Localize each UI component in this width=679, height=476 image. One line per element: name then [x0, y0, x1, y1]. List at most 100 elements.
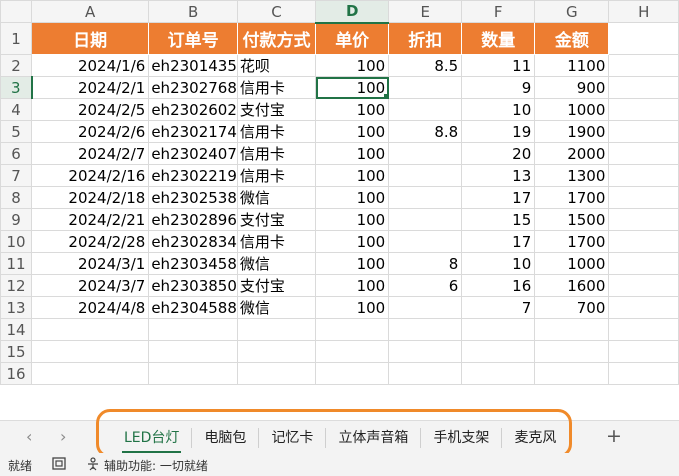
cell-c11[interactable]: 微信 — [236, 252, 317, 275]
select-all-corner[interactable] — [0, 0, 32, 23]
cell-d14[interactable] — [315, 318, 390, 341]
cell-a2[interactable]: 2024/1/6 — [30, 54, 150, 77]
cell-g9[interactable]: 1500 — [534, 208, 610, 231]
cell-f10[interactable]: 17 — [461, 230, 536, 253]
cell-g7[interactable]: 1300 — [534, 164, 610, 187]
row-header-6[interactable]: 6 — [0, 142, 32, 165]
cell-g8[interactable]: 1700 — [534, 186, 610, 209]
cell-b2[interactable]: eh2301435 — [148, 54, 238, 77]
cell-g12[interactable]: 1600 — [534, 274, 610, 297]
cell-c8[interactable]: 微信 — [236, 186, 317, 209]
cell-f6[interactable]: 20 — [461, 142, 536, 165]
cell-d5[interactable]: 100 — [315, 120, 390, 143]
cell-h6[interactable] — [608, 142, 679, 165]
cell-d9[interactable]: 100 — [315, 208, 390, 231]
cell-d13[interactable]: 100 — [315, 296, 390, 319]
column-header-e[interactable]: E — [388, 0, 463, 23]
cell-e2[interactable]: 8.5 — [388, 54, 463, 77]
cell-c6[interactable]: 信用卡 — [236, 142, 317, 165]
cell-a10[interactable]: 2024/2/28 — [30, 230, 150, 253]
accessibility-status[interactable]: 辅助功能: 一切就绪 — [104, 457, 208, 474]
cell-d15[interactable] — [315, 340, 390, 363]
cell-g14[interactable] — [534, 318, 610, 341]
cell-a7[interactable]: 2024/2/16 — [30, 164, 150, 187]
cell-a16[interactable] — [30, 362, 150, 385]
header-cell-a[interactable]: 日期 — [30, 22, 150, 55]
cell-d3[interactable]: 100 — [315, 76, 390, 99]
row-header-1[interactable]: 1 — [0, 22, 32, 55]
row-header-13[interactable]: 13 — [0, 296, 32, 319]
cell-h11[interactable] — [608, 252, 679, 275]
cell-h9[interactable] — [608, 208, 679, 231]
cell-e10[interactable] — [388, 230, 463, 253]
row-header-8[interactable]: 8 — [0, 186, 32, 209]
cell-b13[interactable]: eh2304588 — [148, 296, 238, 319]
cell-f5[interactable]: 19 — [461, 120, 536, 143]
cell-a8[interactable]: 2024/2/18 — [30, 186, 150, 209]
cell-a14[interactable] — [30, 318, 150, 341]
row-header-7[interactable]: 7 — [0, 164, 32, 187]
row-header-14[interactable]: 14 — [0, 318, 32, 341]
cell-a3[interactable]: 2024/2/1 — [30, 76, 150, 99]
cell-g10[interactable]: 1700 — [534, 230, 610, 253]
cell-a15[interactable] — [30, 340, 150, 363]
cell-f11[interactable]: 10 — [461, 252, 536, 275]
cell-e9[interactable] — [388, 208, 463, 231]
cell-g4[interactable]: 1000 — [534, 98, 610, 121]
row-header-15[interactable]: 15 — [0, 340, 32, 363]
cell-h8[interactable] — [608, 186, 679, 209]
cell-b12[interactable]: eh2303850 — [148, 274, 238, 297]
cell-c2[interactable]: 花呗 — [236, 54, 317, 77]
header-cell-f[interactable]: 数量 — [461, 22, 536, 55]
row-header-4[interactable]: 4 — [0, 98, 32, 121]
cell-d2[interactable]: 100 — [315, 54, 390, 77]
cell-g6[interactable]: 2000 — [534, 142, 610, 165]
cell-e5[interactable]: 8.8 — [388, 120, 463, 143]
cell-h4[interactable] — [608, 98, 679, 121]
cell-b3[interactable]: eh2302768 — [148, 76, 238, 99]
row-header-9[interactable]: 9 — [0, 208, 32, 231]
spreadsheet-grid[interactable]: ABCDEFGH 1 日期 订单号 付款方式 单价 折扣 数量 金额 2 2024/1/6 eh23… — [0, 0, 679, 420]
cell-c10[interactable]: 信用卡 — [236, 230, 317, 253]
cell-e13[interactable] — [388, 296, 463, 319]
accessibility-icon[interactable] — [86, 457, 100, 474]
cell-b9[interactable]: eh2302896 — [148, 208, 238, 231]
cell-b10[interactable]: eh2302834 — [148, 230, 238, 253]
row-header-3[interactable]: 3 — [0, 76, 33, 99]
cell-c5[interactable]: 信用卡 — [236, 120, 317, 143]
cell-f7[interactable]: 13 — [461, 164, 536, 187]
cell-e15[interactable] — [388, 340, 463, 363]
row-header-5[interactable]: 5 — [0, 120, 32, 143]
cell-f3[interactable]: 9 — [461, 76, 536, 99]
header-cell-e[interactable]: 折扣 — [388, 22, 463, 55]
cell-f16[interactable] — [461, 362, 536, 385]
row-header-12[interactable]: 12 — [0, 274, 32, 297]
header-cell-g[interactable]: 金额 — [534, 22, 610, 55]
header-cell-c[interactable]: 付款方式 — [236, 22, 317, 55]
cell-e6[interactable] — [388, 142, 463, 165]
cell-d8[interactable]: 100 — [315, 186, 390, 209]
cell-a13[interactable]: 2024/4/8 — [30, 296, 150, 319]
cell-c16[interactable] — [236, 362, 317, 385]
cell-h10[interactable] — [608, 230, 679, 253]
cell-c7[interactable]: 信用卡 — [236, 164, 317, 187]
cell-b15[interactable] — [148, 340, 238, 363]
row-header-16[interactable]: 16 — [0, 362, 32, 385]
cell-e7[interactable] — [388, 164, 463, 187]
cell-g11[interactable]: 1000 — [534, 252, 610, 275]
column-header-d[interactable]: D — [315, 0, 390, 24]
row-header-11[interactable]: 11 — [0, 252, 32, 275]
cell-c13[interactable]: 微信 — [236, 296, 317, 319]
cell-e8[interactable] — [388, 186, 463, 209]
cell-a6[interactable]: 2024/2/7 — [30, 142, 150, 165]
header-cell-d[interactable]: 单价 — [315, 22, 390, 55]
cell-c12[interactable]: 支付宝 — [236, 274, 317, 297]
cell-e4[interactable] — [388, 98, 463, 121]
cell-c15[interactable] — [236, 340, 317, 363]
cell-a5[interactable]: 2024/2/6 — [30, 120, 150, 143]
cell-b4[interactable]: eh2302602 — [148, 98, 238, 121]
cell-d16[interactable] — [315, 362, 390, 385]
prev-sheet-icon[interactable]: ‹ — [26, 427, 32, 446]
column-header-b[interactable]: B — [148, 0, 238, 23]
cell-f4[interactable]: 10 — [461, 98, 536, 121]
